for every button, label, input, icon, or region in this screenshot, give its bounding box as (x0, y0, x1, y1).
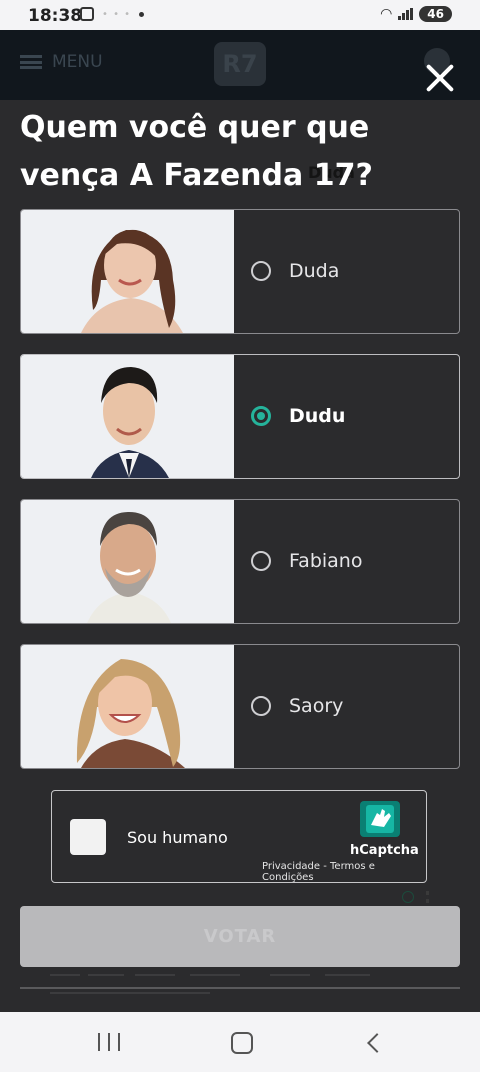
home-icon[interactable] (231, 1032, 253, 1054)
poll-option-duda[interactable]: Duda (20, 209, 460, 334)
captcha-privacy-terms-link[interactable]: Privacidade - Termos e Condições (262, 861, 426, 883)
captcha-brand: hCaptcha (350, 843, 419, 858)
option-label: Saory (289, 695, 344, 717)
status-right-icons: ◠ 46 (380, 6, 452, 22)
hamburger-icon (20, 55, 42, 69)
captcha-checkbox[interactable] (70, 819, 106, 855)
wifi-icon: ◠ (380, 6, 393, 22)
candidate-photo-fabiano (21, 500, 234, 623)
option-label: Duda (289, 260, 340, 282)
candidate-photo-saory (21, 645, 234, 768)
status-time: 18:38 (28, 6, 83, 26)
poll-option-saory[interactable]: Saory (20, 644, 460, 769)
radio-button[interactable] (251, 696, 271, 716)
option-label: Dudu (289, 405, 346, 427)
notification-dot-icon (139, 11, 145, 17)
battery-indicator: 46 (419, 6, 452, 22)
info-icon (402, 891, 414, 903)
poll-option-dudu[interactable]: Dudu (20, 354, 460, 479)
background-site-header: MENU R7 (0, 30, 480, 100)
divider (20, 987, 460, 989)
recents-icon[interactable] (98, 1030, 120, 1054)
candidate-photo-duda (21, 210, 234, 333)
background-logo: R7 (214, 42, 266, 86)
background-menu: MENU (20, 52, 103, 72)
option-label: Fabiano (289, 550, 363, 572)
poll-title: Quem você quer que vença A Fazenda 17? (20, 110, 373, 193)
radio-button[interactable] (251, 406, 271, 426)
signal-icon (398, 8, 414, 20)
radio-button[interactable] (251, 551, 271, 571)
vote-button[interactable]: VOTAR (20, 906, 460, 967)
more-options-icon (426, 891, 431, 903)
close-button[interactable] (424, 62, 456, 94)
back-icon[interactable] (367, 1033, 387, 1053)
captcha-label: Sou humano (127, 828, 228, 847)
radio-button[interactable] (251, 261, 271, 281)
background-text-lines (50, 974, 370, 994)
faint-notification-icons: • • • (102, 8, 132, 20)
background-menu-label: MENU (52, 52, 103, 72)
poll-option-fabiano[interactable]: Fabiano (20, 499, 460, 624)
status-left-icons: • • • (80, 7, 145, 21)
status-bar: 18:38 • • • ◠ 46 (0, 0, 480, 30)
navigation-bar (0, 1012, 480, 1072)
hcaptcha-widget: Sou humano hCaptcha Privacidade - Termos… (51, 790, 427, 883)
candidate-photo-dudu (21, 355, 234, 478)
hcaptcha-logo-icon (358, 801, 402, 837)
screenshot-icon (80, 7, 94, 21)
